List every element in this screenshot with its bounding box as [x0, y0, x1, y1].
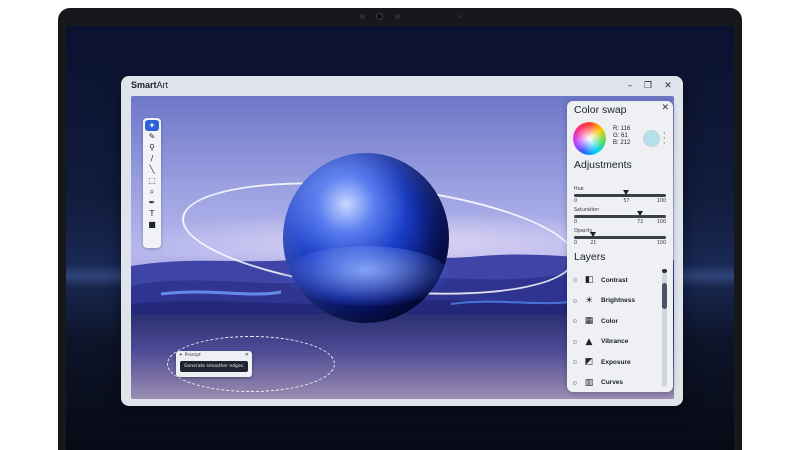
indicator-light-icon [459, 15, 462, 18]
text-tool-icon[interactable]: T [145, 208, 159, 219]
layer-item-curves[interactable]: ▥ Curves [567, 373, 673, 393]
zoom-tool-icon[interactable]: ⌕ [145, 186, 159, 197]
color-swap-heading: Color swap [574, 104, 627, 116]
layers-list: ◧ Contrast ☀ Brightness ▦ Color ▲ Vibrance ◩ Expo… [567, 270, 673, 392]
adjustments-heading: Adjustments [574, 159, 632, 171]
slider-label: Saturation [574, 208, 600, 213]
sphere-reflection [281, 246, 451, 306]
sensor-icon [395, 14, 400, 19]
layer-label: Curves [601, 379, 624, 387]
slider-thumb[interactable] [590, 232, 597, 237]
restore-button[interactable]: ❐ [641, 79, 655, 93]
slider-scale: 0 57 100 [574, 199, 666, 206]
layer-label: Color [601, 317, 618, 325]
camera-bar [58, 8, 742, 26]
prompt-header: ✦ Prompt [179, 353, 201, 358]
blue-value: B: 212 [613, 140, 631, 146]
opacity-slider[interactable]: Opacity 0 21 100 [574, 229, 666, 248]
slider-max: 100 [656, 220, 666, 225]
slider-track[interactable] [574, 190, 666, 197]
more-options-icon[interactable]: · · · [663, 130, 666, 148]
curves-icon: ▥ [584, 377, 594, 388]
saturation-slider[interactable]: Saturation 0 72 100 [574, 208, 666, 227]
prompt-popup: ✦ Prompt ✕ Generate smoother edges. [176, 351, 252, 377]
desktop-screen: SmartArt – ❐ ✕ ✦ ✎ ⚲ / ╲ ⬚ ⌕ ✒ T ■ ✦ Pro… [66, 26, 734, 450]
slider-min: 0 [574, 220, 578, 225]
layer-label: Brightness [601, 297, 635, 305]
slider-value: 21 [590, 241, 597, 246]
ai-sparkle-tool-icon[interactable]: ✦ [145, 120, 159, 131]
slider-value: 72 [637, 220, 644, 225]
tool-palette: ✦ ✎ ⚲ / ╲ ⬚ ⌕ ✒ T ■ [143, 118, 161, 248]
slider-scale: 0 72 100 [574, 220, 666, 227]
layer-radio[interactable] [573, 380, 577, 385]
vibrance-icon: ▲ [585, 336, 593, 347]
pen-tool-icon[interactable]: / [145, 153, 159, 164]
properties-panel: ✕ Color swap R: 116 G: 61 B: 212 · · · Adj… [567, 101, 673, 392]
marker-tool-icon[interactable]: ✒ [145, 197, 159, 208]
color-wheel[interactable] [573, 122, 606, 155]
eyedropper-tool-icon[interactable]: ⚲ [145, 142, 159, 153]
slider-thumb[interactable] [623, 190, 630, 195]
shape-tool-icon[interactable]: ■ [145, 219, 159, 230]
slider-thumb[interactable] [637, 211, 644, 216]
layer-item-exposure[interactable]: ◩ Exposure [567, 352, 673, 373]
layer-item-color[interactable]: ▦ Color [567, 311, 673, 332]
slider-label: Opacity [574, 229, 593, 234]
layer-label: Vibrance [601, 338, 629, 346]
prompt-close-button[interactable]: ✕ [245, 352, 249, 358]
panel-close-button[interactable]: ✕ [661, 103, 669, 113]
slider-value: 57 [623, 199, 630, 204]
layer-item-vibrance[interactable]: ▲ Vibrance [567, 332, 673, 353]
slider-track[interactable] [574, 211, 666, 218]
slider-max: 100 [656, 241, 666, 246]
app-title: SmartArt [131, 80, 169, 90]
layer-label: Contrast [601, 276, 628, 284]
slider-min: 0 [574, 199, 578, 204]
hue-slider[interactable]: Hue 0 57 100 [574, 187, 666, 206]
green-value: G: 61 [613, 133, 628, 139]
brightness-icon: ☀ [584, 295, 594, 306]
contrast-icon: ◧ [584, 275, 594, 286]
layers-scrollbar[interactable] [662, 273, 667, 387]
slider-track[interactable] [574, 232, 666, 239]
red-value: R: 116 [613, 126, 631, 132]
selected-color-swatch[interactable] [643, 130, 660, 147]
sparkle-icon: ✦ [179, 353, 183, 358]
layer-item-contrast[interactable]: ◧ Contrast [567, 270, 673, 291]
crop-tool-icon[interactable]: ⬚ [145, 175, 159, 186]
pencil-tool-icon[interactable]: ╲ [145, 164, 159, 175]
color-grid-icon: ▦ [584, 316, 594, 327]
prompt-input[interactable]: Generate smoother edges. [180, 361, 248, 372]
minimize-button[interactable]: – [623, 79, 637, 93]
brush-tool-icon[interactable]: ✎ [145, 131, 159, 142]
layer-label: Exposure [601, 358, 631, 366]
title-bar: SmartArt – ❐ ✕ [121, 76, 683, 96]
exposure-icon: ◩ [584, 357, 594, 368]
layer-radio[interactable] [573, 298, 577, 303]
layer-radio[interactable] [573, 319, 577, 324]
layer-item-brightness[interactable]: ☀ Brightness [567, 291, 673, 312]
slider-label: Hue [574, 187, 584, 192]
smartart-window: SmartArt – ❐ ✕ ✦ ✎ ⚲ / ╲ ⬚ ⌕ ✒ T ■ ✦ Pro… [121, 76, 683, 406]
prompt-title: Prompt [184, 353, 201, 358]
layers-heading: Layers [574, 251, 606, 263]
slider-min: 0 [574, 241, 578, 246]
sensor-icon [360, 14, 365, 19]
layer-radio[interactable] [573, 278, 577, 283]
slider-scale: 0 21 100 [574, 241, 666, 248]
layer-radio[interactable] [573, 360, 577, 365]
laptop-frame: SmartArt – ❐ ✕ ✦ ✎ ⚲ / ╲ ⬚ ⌕ ✒ T ■ ✦ Pro… [58, 8, 742, 450]
webcam-icon [376, 13, 383, 20]
layers-scrollbar-thumb[interactable] [662, 283, 667, 309]
slider-max: 100 [656, 199, 666, 204]
close-button[interactable]: ✕ [661, 79, 675, 93]
layer-radio[interactable] [573, 339, 577, 344]
